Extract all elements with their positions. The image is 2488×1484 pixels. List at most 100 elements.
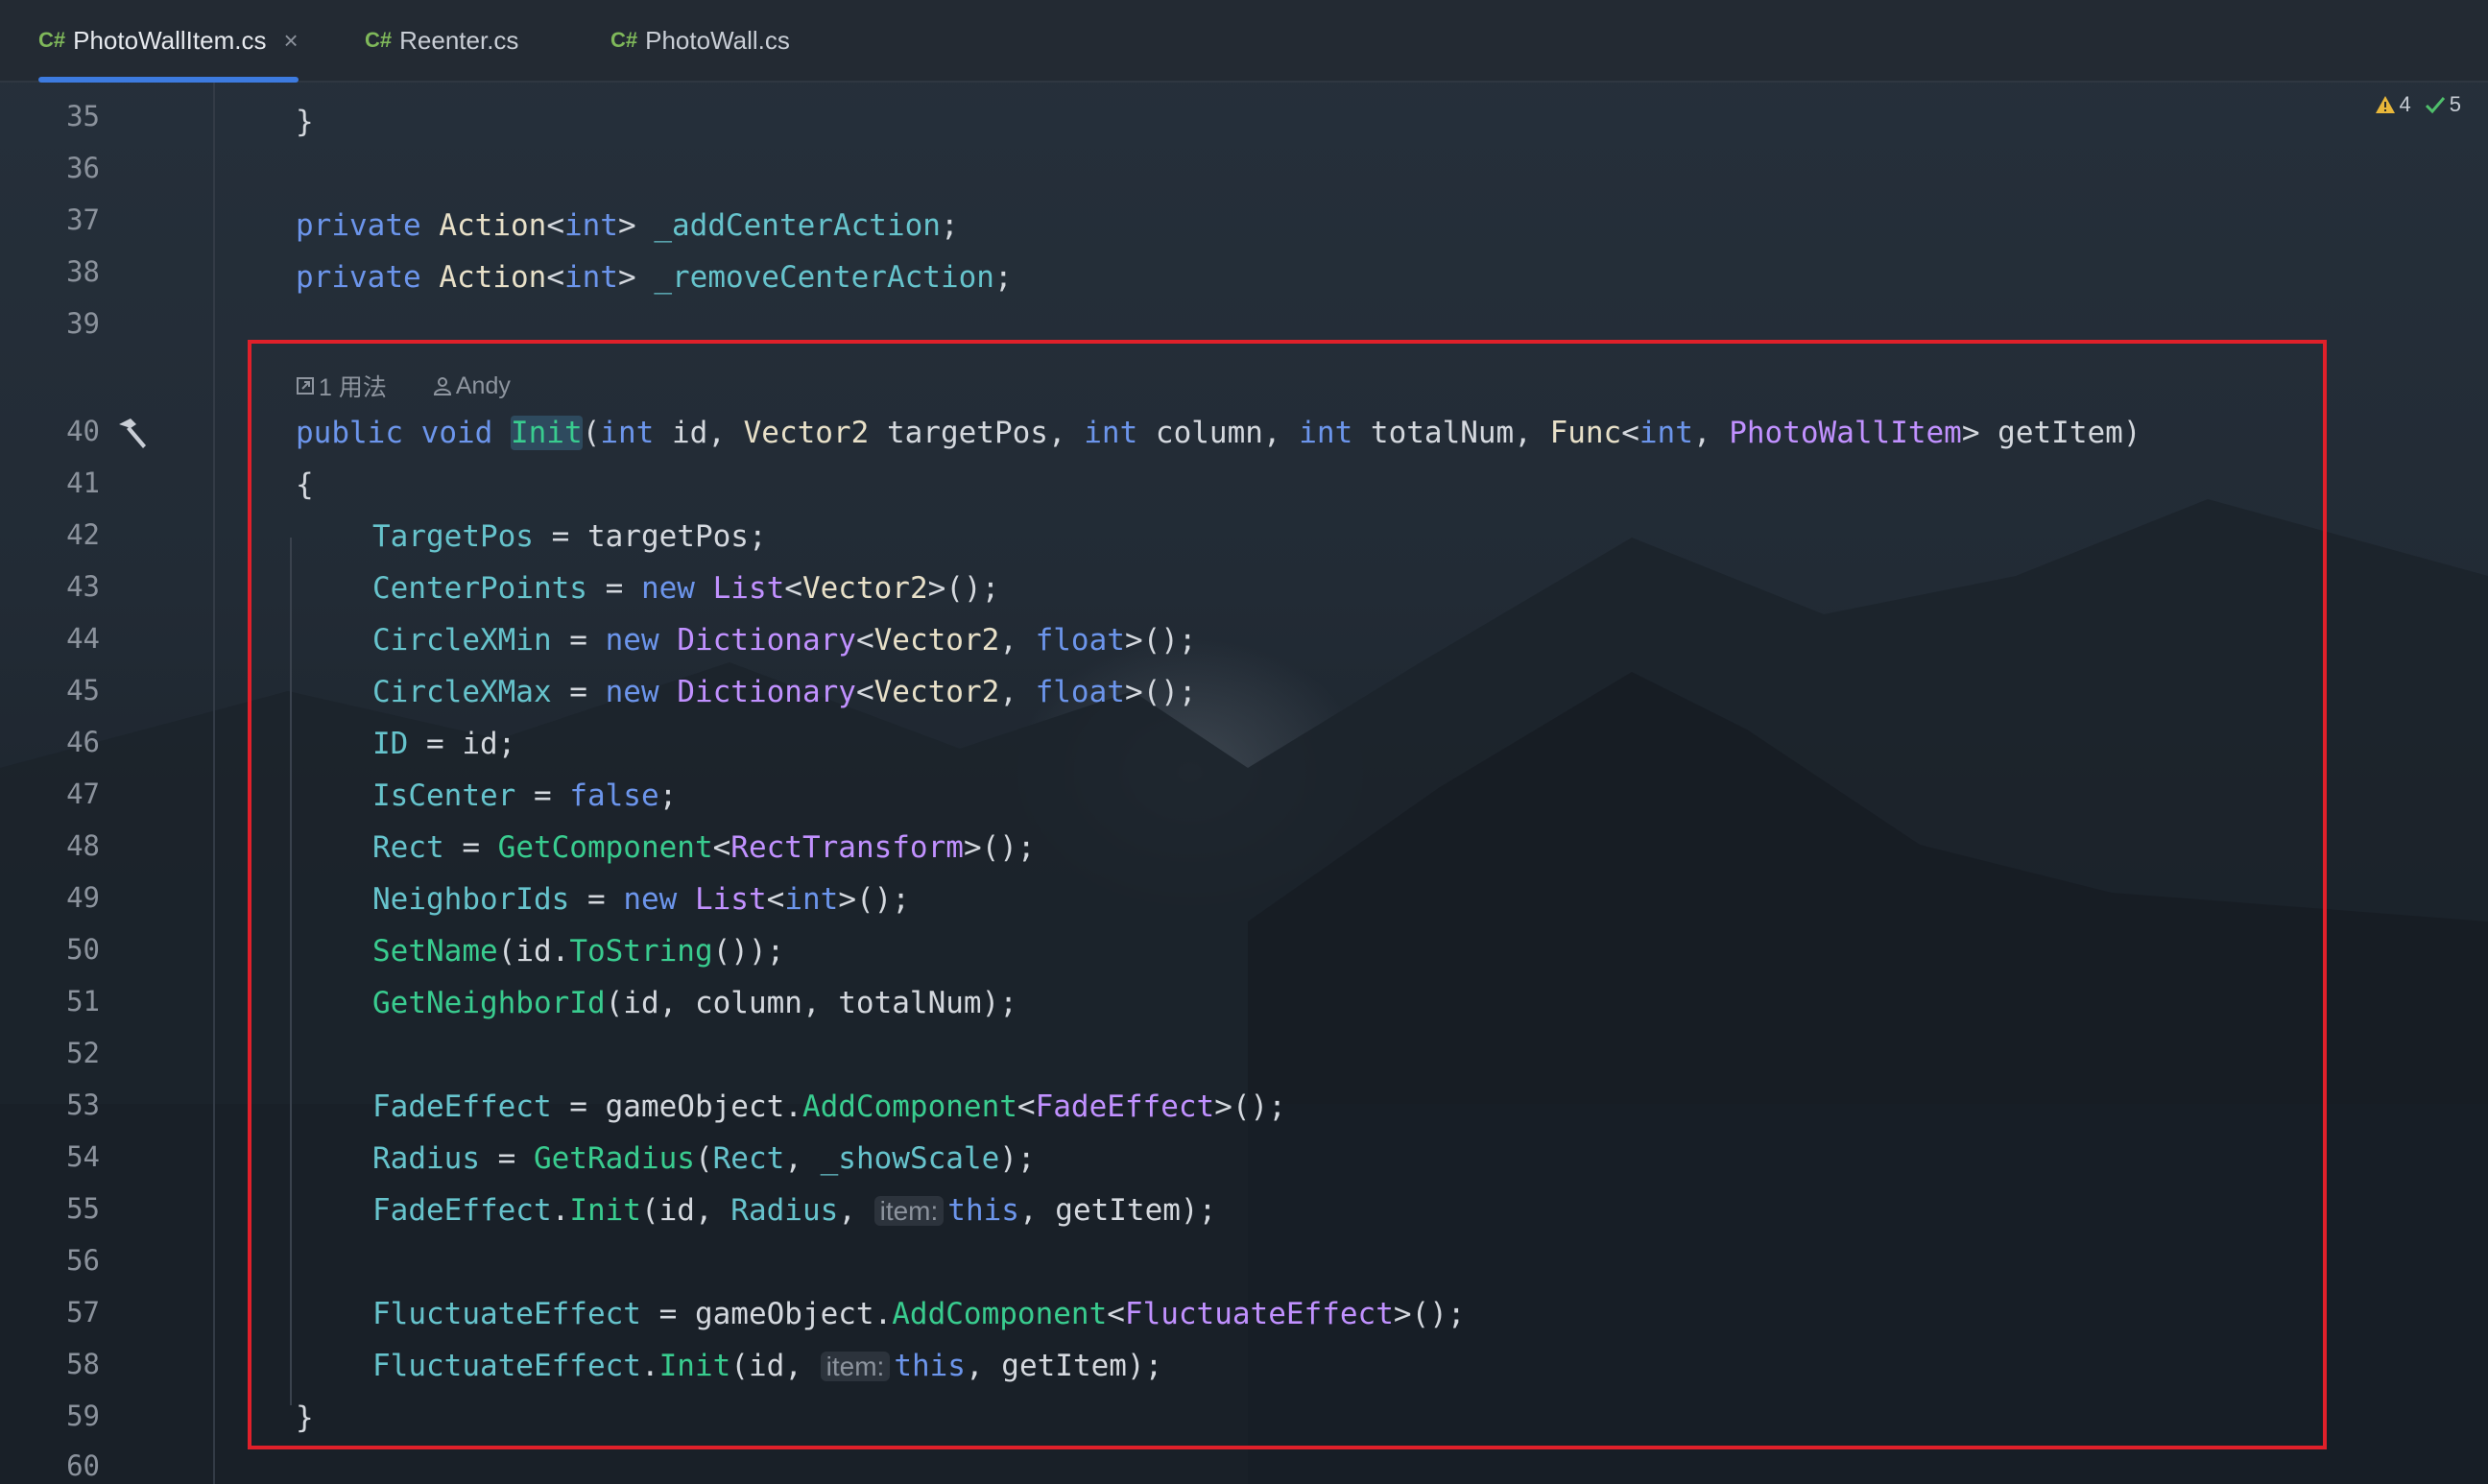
method-name: AddComponent	[801, 1089, 1017, 1124]
keyword: public	[296, 416, 403, 450]
code-line-43[interactable]: CenterPoints = new List<Vector2>();	[372, 562, 999, 614]
ok-indicator[interactable]: 5	[2425, 92, 2461, 117]
token: = gameObject.	[640, 1297, 893, 1331]
code-line-37[interactable]: private Action<int> _addCenterAction;	[296, 200, 959, 251]
keyword: private	[296, 208, 421, 243]
code-line-50[interactable]: SetName(id.ToString());	[372, 925, 784, 977]
keyword: private	[296, 260, 421, 295]
csharp-file-icon: C#	[38, 28, 66, 52]
type: Vector2	[873, 623, 1000, 658]
class-name: FadeEffect	[1035, 1089, 1215, 1124]
property: Rect	[712, 1141, 785, 1176]
warning-indicator[interactable]: 4	[2375, 92, 2411, 117]
close-icon[interactable]: ×	[283, 26, 298, 56]
tab-label: PhotoWall.cs	[645, 25, 790, 55]
class-name: List	[694, 882, 767, 917]
param: totalNum,	[1352, 416, 1550, 450]
code-line-58[interactable]: FluctuateEffect.Init(id, item: this, getI…	[372, 1340, 1162, 1392]
code-line-35[interactable]: }	[296, 96, 314, 148]
code-line-49[interactable]: NeighborIds = new List<int>();	[372, 874, 910, 925]
token: =	[443, 830, 498, 865]
token: <	[855, 675, 874, 709]
keyword: false	[569, 778, 659, 813]
code-line-46[interactable]: ID = id;	[372, 718, 515, 770]
line-number: 48	[66, 829, 100, 862]
token: =	[569, 882, 624, 917]
hammer-icon[interactable]	[113, 415, 152, 453]
type: float	[1035, 623, 1125, 658]
code-line-47[interactable]: IsCenter = false;	[372, 770, 677, 822]
param: column,	[1137, 416, 1300, 450]
line-number: 58	[66, 1348, 100, 1380]
code-vision-hints[interactable]: 1 用法 Andy	[296, 369, 557, 403]
brace: {	[296, 467, 314, 502]
property: FadeEffect	[372, 1193, 552, 1228]
author-hint[interactable]: Andy	[433, 372, 534, 400]
code-line-44[interactable]: CircleXMin = new Dictionary<Vector2, flo…	[372, 614, 1197, 666]
class-name: PhotoWallItem	[1729, 416, 1962, 450]
keyword: new	[605, 675, 659, 709]
token: >();	[1124, 675, 1197, 709]
token: =	[551, 675, 606, 709]
code-line-38[interactable]: private Action<int> _removeCenterAction;	[296, 251, 1013, 303]
editor-tab-bar: C# PhotoWallItem.cs × C# Reenter.cs C# P…	[0, 0, 2488, 83]
token: (	[582, 416, 601, 450]
property: NeighborIds	[372, 882, 570, 917]
external-link-icon	[297, 377, 314, 395]
token: ;	[940, 208, 959, 243]
author-label: Andy	[455, 371, 511, 399]
tab-photowallitem[interactable]: C# PhotoWallItem.cs ×	[38, 0, 299, 83]
keyword: new	[640, 571, 695, 606]
keyword: void	[420, 416, 493, 450]
type: Action	[439, 208, 547, 243]
property: IsCenter	[372, 778, 516, 813]
property: CenterPoints	[372, 571, 587, 606]
line-number: 55	[66, 1192, 100, 1225]
code-line-48[interactable]: Rect = GetComponent<RectTransform>();	[372, 822, 1036, 874]
tab-label: Reenter.cs	[399, 25, 519, 55]
code-line-42[interactable]: TargetPos = targetPos;	[372, 511, 767, 562]
keyword: this	[894, 1349, 966, 1383]
property: Radius	[730, 1193, 839, 1228]
line-number: 50	[66, 933, 100, 966]
tab-reenter[interactable]: C# Reenter.cs	[365, 0, 518, 81]
code-line-53[interactable]: FadeEffect = gameObject.AddComponent<Fad…	[372, 1081, 1286, 1133]
type: Vector2	[801, 571, 928, 606]
code-line-59[interactable]: }	[296, 1392, 314, 1444]
type: int	[600, 416, 655, 450]
code-line-41[interactable]: {	[296, 459, 314, 511]
type-arg: int	[563, 260, 618, 295]
code-line-40[interactable]: public void Init(int id, Vector2 targetP…	[296, 407, 2141, 459]
code-line-45[interactable]: CircleXMax = new Dictionary<Vector2, flo…	[372, 666, 1197, 718]
line-number: 36	[66, 152, 100, 184]
token: <	[766, 882, 785, 917]
token: (id,	[640, 1193, 731, 1228]
method-name: Init	[569, 1193, 641, 1228]
param: targetPos,	[869, 416, 1085, 450]
method-name: Init	[658, 1349, 731, 1383]
field-name: _showScale	[820, 1141, 1000, 1176]
usages-label: 1 用法	[319, 374, 387, 401]
inspection-status[interactable]: 4 5	[2361, 92, 2461, 117]
token: <	[1621, 416, 1639, 450]
property: FluctuateEffect	[372, 1297, 641, 1331]
token: = id;	[408, 727, 516, 761]
user-icon	[433, 377, 451, 395]
usages-hint[interactable]: 1 用法	[296, 369, 410, 403]
code-line-51[interactable]: GetNeighborId(id, column, totalNum);	[372, 977, 1017, 1029]
line-number: 51	[66, 985, 100, 1017]
token: <	[546, 208, 564, 243]
warning-count: 4	[2399, 92, 2411, 116]
token: ,	[999, 675, 1036, 709]
code-line-55[interactable]: FadeEffect.Init(id, Radius, item: this, g…	[372, 1185, 1216, 1236]
token: = targetPos;	[533, 519, 767, 554]
token: >();	[1393, 1297, 1466, 1331]
method-name: GetComponent	[497, 830, 713, 865]
token: ;	[658, 778, 678, 813]
type: Action	[439, 260, 547, 295]
tab-photowall[interactable]: C# PhotoWall.cs	[610, 0, 790, 81]
token: >();	[838, 882, 910, 917]
property: Radius	[372, 1141, 480, 1176]
code-line-54[interactable]: Radius = GetRadius(Rect, _showScale);	[372, 1133, 1036, 1185]
code-line-57[interactable]: FluctuateEffect = gameObject.AddComponen…	[372, 1288, 1466, 1340]
